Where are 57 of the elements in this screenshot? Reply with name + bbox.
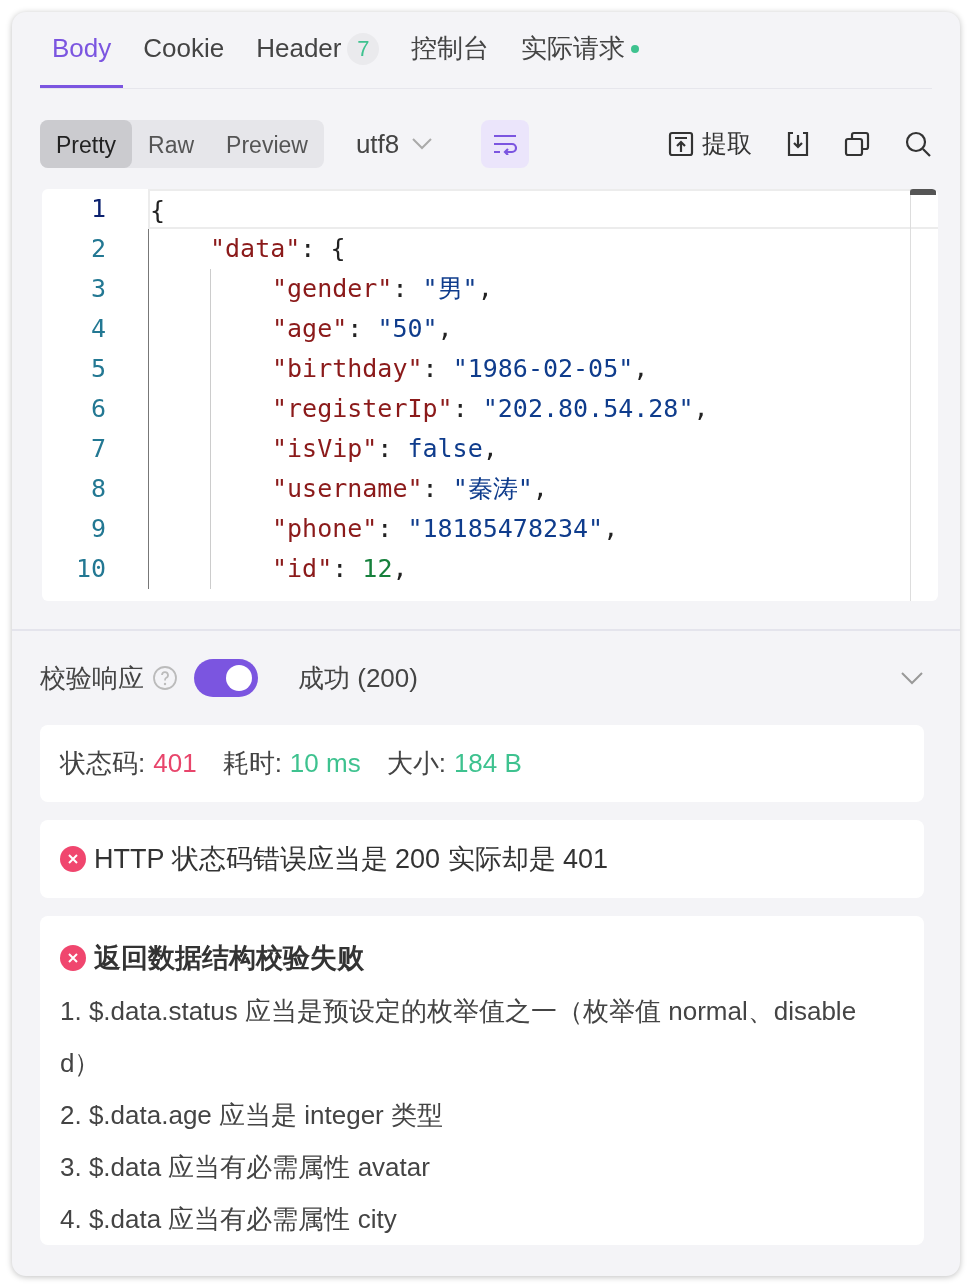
line-number: 10 [74,553,107,586]
stat-label: 状态码: [60,747,146,780]
tab[interactable]: 控制台 [399,12,502,88]
encoding-select[interactable]: utf8 [355,124,400,164]
scrollbar[interactable] [910,189,938,601]
code-line: "registerIp": "202.80.54.28", [272,393,709,425]
chevron-down-icon[interactable] [900,671,924,685]
error-detail: 4. $.data 应当有必需属性 city [60,1202,398,1236]
line-number: 8 [89,473,107,506]
stat-label: 大小: [386,747,446,780]
error-detail: 3. $.data 应当有必需属性 avatar [60,1150,431,1184]
toggle-switch[interactable] [194,659,258,697]
line-number: 1 [89,193,107,226]
download-icon[interactable] [786,131,810,157]
line-number: 5 [89,353,107,386]
code-line: "gender": "男", [272,273,493,305]
stat-value: 10 ms [289,747,361,780]
validate-label: 校验响应 [40,661,144,695]
tab[interactable]: 实际请求 [509,12,652,88]
wrap-icon [492,133,519,155]
line-number: 3 [89,273,107,306]
view-mode-tab[interactable]: Preview [210,120,324,168]
line-number: 9 [89,513,107,546]
error-detail: 1. $.data.status 应当是预设定的枚举值之一（枚举值 normal、disabled） [60,994,858,1080]
tab[interactable]: Header 7 [244,12,392,88]
stat-value: 184 B [453,747,522,780]
error-icon [60,945,86,972]
view-mode-tab[interactable]: Pretty [40,120,133,168]
code-line: "isVip": false, [272,433,498,465]
line-number: 4 [89,313,107,346]
copy-icon[interactable] [844,131,870,157]
stat-value: 401 [153,747,197,780]
code-line: "birthday": "1986-02-05", [272,353,649,385]
code-line: { [150,195,166,227]
code-line: "data": { [210,233,346,265]
code-line: "username": "秦涛", [272,473,548,505]
code-line: "id": 12, [272,553,408,585]
wrap-button[interactable] [481,120,530,168]
search-icon[interactable] [904,130,932,158]
extract-button[interactable]: 提取 [668,125,752,163]
line-number: 6 [89,393,107,426]
view-mode-tab[interactable]: Raw [132,120,211,168]
error-icon [60,846,86,872]
error-message: 返回数据结构校验失败 [94,942,364,975]
line-number: 7 [89,433,107,466]
line-number: 2 [89,233,107,266]
count-badge: 7 [347,32,380,65]
upload-icon [668,131,694,157]
tab[interactable]: Cookie [131,12,237,88]
code-line: "phone": "18185478234", [272,513,619,545]
tab[interactable]: Body [40,12,124,88]
error-detail: 2. $.data.age 应当是 integer 类型 [60,1098,444,1132]
code-editor[interactable]: 1 { 2 "data": { 3 "gender": "男", 4 "age": "50", 5 "birthday": "1986-02-05", 6 "registerIp": "202.80.54.28", 7 "isVip": false, 8 "username": "秦涛", 9 "phone": "18185478234", 10 "id": 12, [42,189,938,601]
error-message: HTTP 状态码错误应当是 200 实际却是 401 [94,842,609,876]
stat-label: 耗时: [222,747,282,780]
expected-status-select[interactable]: 成功 (200) [298,658,418,698]
code-line: "age": "50", [272,313,453,345]
